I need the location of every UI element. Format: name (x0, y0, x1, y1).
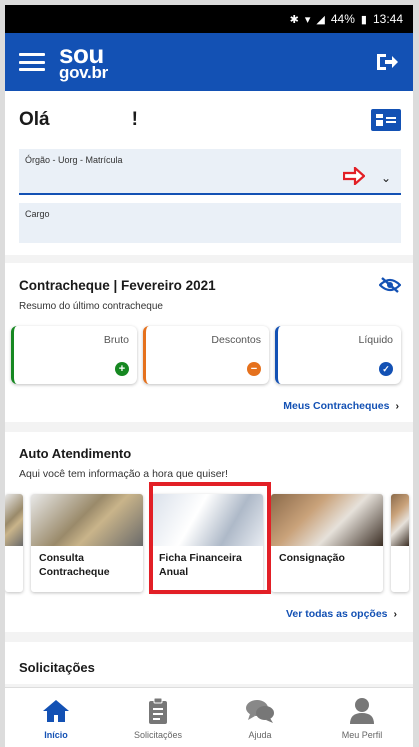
sou-govbr-logo: sou gov.br (59, 39, 108, 82)
status-bar: ✱ ▾ ◢ 44% ▮ 13:44 (5, 5, 413, 33)
tile-bruto-label: Bruto (103, 334, 129, 346)
carousel-card-partial-left[interactable] (5, 494, 23, 592)
card-consulta-contracheque[interactable]: Consulta Contracheque (31, 494, 143, 592)
card-consignacao[interactable]: Consignação (271, 494, 383, 592)
logout-icon[interactable] (375, 51, 399, 73)
tab-inicio[interactable]: Início (5, 688, 107, 747)
check-icon[interactable]: ✓ (379, 362, 393, 376)
meus-contracheques-link[interactable]: Meus Contracheques › (19, 400, 401, 412)
orgao-label: Órgão - Uorg - Matrícula (25, 155, 123, 165)
tile-bruto[interactable]: Bruto + (11, 326, 137, 384)
chevron-right-icon: › (393, 608, 398, 620)
bottom-tab-bar: Início Solicitações Ajuda Meu Perfil (5, 687, 413, 747)
solicitacoes-title: Solicitações (19, 660, 95, 675)
battery-icon: ▮ (360, 13, 367, 26)
card-ficha-financeira-anual[interactable]: Ficha Financeira Anual (151, 494, 263, 592)
plus-icon[interactable]: + (115, 362, 129, 376)
app-header: sou gov.br (5, 33, 413, 91)
chevron-down-icon[interactable]: ⌄ (381, 171, 391, 185)
right-arrow-annotation-icon (343, 167, 365, 185)
service-carousel[interactable]: Consulta Contracheque Ficha Financeira Anu… (5, 494, 413, 592)
handshake-image (271, 494, 383, 546)
user-icon (347, 696, 377, 726)
eye-off-icon[interactable] (379, 277, 401, 293)
tile-liquido-label: Líquido (358, 334, 393, 346)
cargo-label: Cargo (25, 209, 50, 219)
wifi-icon: ▾ (304, 13, 311, 26)
tile-descontos-label: Descontos (211, 334, 261, 346)
minus-icon[interactable]: − (247, 362, 261, 376)
tile-descontos[interactable]: Descontos − (143, 326, 269, 384)
paycheck-section: Contracheque | Fevereiro 2021 Resumo do … (5, 255, 413, 422)
paycheck-title: Contracheque | Fevereiro 2021 (19, 277, 216, 293)
menu-icon[interactable] (19, 53, 45, 71)
home-icon (41, 696, 71, 726)
auto-title: Auto Atendimento (19, 446, 132, 461)
orgao-select[interactable]: Órgão - Uorg - Matrícula ⌄ (19, 149, 401, 195)
tab-ajuda[interactable]: Ajuda (209, 688, 311, 747)
solicitacoes-section: Solicitações (5, 642, 413, 684)
coins-image (31, 494, 143, 546)
tab-solicitacoes[interactable]: Solicitações (107, 688, 209, 747)
signal-icon: ◢ (316, 13, 325, 26)
tile-liquido[interactable]: Líquido ✓ (275, 326, 401, 384)
carousel-card-partial-right[interactable] (391, 494, 409, 592)
auto-subtitle: Aqui você tem informação a hora que quis… (19, 468, 228, 480)
clipboard-icon (143, 696, 173, 726)
ver-todas-opcoes-link[interactable]: Ver todas as opções › (5, 608, 413, 620)
paycheck-subtitle: Resumo do último contracheque (19, 301, 163, 312)
cargo-field: Cargo (19, 203, 401, 243)
id-card-icon[interactable] (371, 109, 401, 131)
clock: 13:44 (372, 12, 403, 26)
tab-meu-perfil[interactable]: Meu Perfil (311, 688, 413, 747)
auto-atendimento-section: Auto Atendimento Aqui você tem informaçã… (5, 432, 413, 632)
phone-screen: ✱ ▾ ◢ 44% ▮ 13:44 sou gov.br Olá ! Órgão… (5, 5, 413, 747)
battery-level: 44% (330, 12, 355, 26)
chat-bubbles-icon (245, 696, 275, 726)
chevron-right-icon: › (395, 400, 400, 412)
chart-image (151, 494, 263, 546)
greeting: Olá ! (19, 109, 138, 130)
user-card: Olá ! Órgão - Uorg - Matrícula ⌄ Cargo (5, 91, 413, 255)
bluetooth-icon: ✱ (289, 13, 299, 26)
